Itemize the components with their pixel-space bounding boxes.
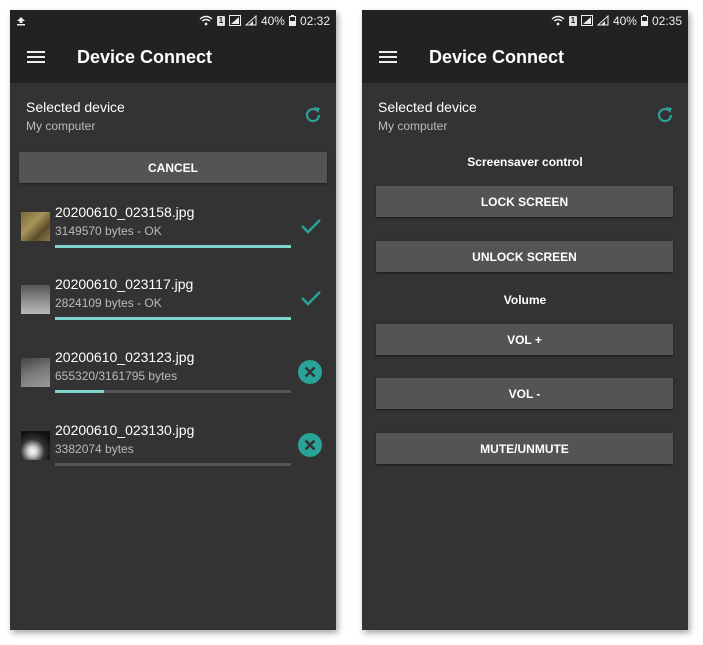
file-info: 655320/3161795 bytes <box>55 369 178 383</box>
selected-device: Selected device My computer <box>362 83 688 141</box>
file-info: 3149570 bytes - OK <box>55 224 162 238</box>
file-thumbnail <box>21 431 50 460</box>
unlock-screen-button[interactable]: UNLOCK SCREEN <box>376 241 673 272</box>
clock: 02:32 <box>299 13 330 28</box>
app-bar: Device Connect <box>362 31 688 83</box>
file-name: 20200610_023123.jpg <box>55 349 195 365</box>
phone-screen-remote-control: 1 40% 02:35 Device Connect Selected devi… <box>362 10 688 630</box>
cancel-circle-icon[interactable] <box>297 359 323 385</box>
refresh-icon[interactable] <box>303 105 323 125</box>
screensaver-heading: Screensaver control <box>467 155 583 169</box>
selected-device-name: My computer <box>26 119 96 133</box>
status-bar: 1 40% 02:35 <box>362 10 688 31</box>
app-title: Device Connect <box>429 46 565 67</box>
file-thumbnail <box>21 358 50 387</box>
file-thumbnail <box>21 285 50 314</box>
signal-icon <box>596 15 609 26</box>
signal-icon <box>580 15 593 26</box>
battery-percent: 40% <box>260 13 285 28</box>
sim-icon: 1 <box>216 15 225 26</box>
file-info: 2824109 bytes - OK <box>55 296 162 310</box>
list-item[interactable]: 20200610_023130.jpg 3382074 bytes <box>10 422 336 494</box>
file-info: 3382074 bytes <box>55 442 134 456</box>
check-icon <box>301 291 321 306</box>
list-item[interactable]: 20200610_023158.jpg 3149570 bytes - OK <box>10 204 336 276</box>
lock-screen-button[interactable]: LOCK SCREEN <box>376 186 673 217</box>
file-name: 20200610_023130.jpg <box>55 422 195 438</box>
wifi-icon <box>551 15 565 26</box>
file-thumbnail <box>21 212 50 241</box>
signal-icon <box>228 15 241 26</box>
battery-percent: 40% <box>612 13 637 28</box>
selected-device-name: My computer <box>378 119 448 133</box>
list-item[interactable]: 20200610_023117.jpg 2824109 bytes - OK <box>10 276 336 348</box>
volume-up-button[interactable]: VOL + <box>376 324 673 355</box>
app-title: Device Connect <box>77 46 213 67</box>
progress-bar <box>55 245 291 248</box>
progress-bar <box>55 317 291 320</box>
refresh-icon[interactable] <box>655 105 675 125</box>
mute-button[interactable]: MUTE/UNMUTE <box>376 433 673 464</box>
signal-icon <box>244 15 257 26</box>
wifi-icon <box>199 15 213 26</box>
menu-icon[interactable] <box>27 48 45 66</box>
cancel-circle-icon[interactable] <box>297 432 323 458</box>
selected-device: Selected device My computer <box>10 83 336 141</box>
volume-down-button[interactable]: VOL - <box>376 378 673 409</box>
file-name: 20200610_023158.jpg <box>55 204 195 220</box>
file-name: 20200610_023117.jpg <box>55 276 194 292</box>
clock: 02:35 <box>651 13 682 28</box>
progress-bar <box>55 463 291 466</box>
progress-bar <box>55 390 291 393</box>
list-item[interactable]: 20200610_023123.jpg 655320/3161795 bytes <box>10 349 336 421</box>
battery-icon <box>640 15 648 26</box>
cancel-button[interactable]: CANCEL <box>19 152 327 183</box>
check-icon <box>301 219 321 234</box>
battery-icon <box>288 15 296 26</box>
menu-icon[interactable] <box>379 48 397 66</box>
status-bar: 1 40% 02:32 <box>10 10 336 31</box>
selected-device-label: Selected device <box>26 99 125 115</box>
volume-heading: Volume <box>503 293 547 307</box>
phone-screen-transfers: 1 40% 02:32 Device Connect Selected devi… <box>10 10 336 630</box>
sim-icon: 1 <box>568 15 577 26</box>
upload-icon <box>17 16 25 25</box>
selected-device-label: Selected device <box>378 99 477 115</box>
app-bar: Device Connect <box>10 31 336 83</box>
